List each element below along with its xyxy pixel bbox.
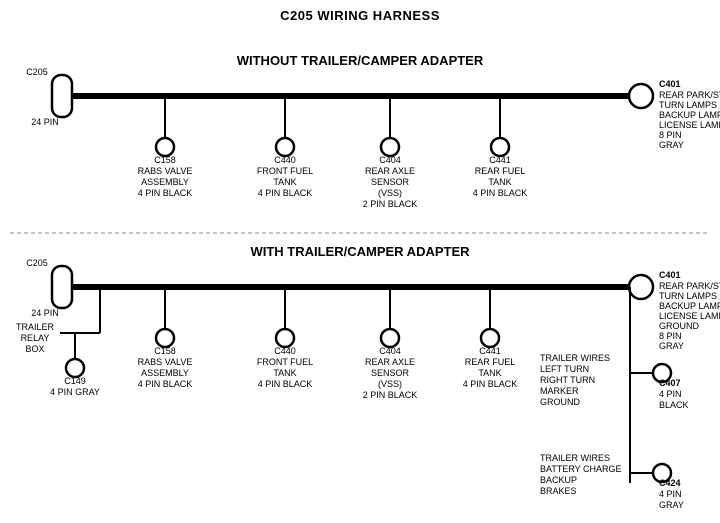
s1-c404-label4: (VSS) [378,188,402,198]
s2-c440-label1: C440 [274,346,296,356]
s2-c424-desc2: BATTERY CHARGE [540,464,622,474]
page-title: C205 WIRING HARNESS [0,0,720,23]
s2-c401-label: C401 [659,270,681,280]
s2-c441-label3: TANK [478,368,501,378]
s2-c158-label4: 4 PIN BLACK [138,379,193,389]
s2-c407-pin: 4 PIN [659,389,682,399]
s2-c441-label4: 4 PIN BLACK [463,379,518,389]
s2-c149-label1: C149 [64,376,86,386]
s2-c205-label: C205 [26,258,48,268]
s1-c401-desc1: REAR PARK/STOP [659,90,720,100]
s2-relay-label1: TRAILER [16,322,55,332]
s1-c404-label5: 2 PIN BLACK [363,199,418,209]
s2-c404-circle [381,329,399,347]
s1-c158-label1: C158 [154,155,176,165]
s1-c441-label2: REAR FUEL [475,166,526,176]
s2-c424-desc4: BRAKES [540,486,577,496]
s2-c401-desc3: BACKUP LAMPS [659,301,720,311]
s1-c404-circle [381,138,399,156]
s1-c441-label4: 4 PIN BLACK [473,188,528,198]
s2-c424-desc1: TRAILER WIRES [540,453,610,463]
s2-relay-label3: BOX [25,344,44,354]
s2-c404-label2: REAR AXLE [365,357,415,367]
s1-c401-desc2: TURN LAMPS [659,100,717,110]
s1-c441-circle [491,138,509,156]
s2-c158-label1: C158 [154,346,176,356]
section2-label: WITH TRAILER/CAMPER ADAPTER [250,244,470,259]
s1-c401-desc4: LICENSE LAMPS [659,120,720,130]
s2-c407-desc5: GROUND [540,397,580,407]
s2-c401-desc1: REAR PARK/STOP [659,281,720,291]
s1-c205-rect [52,75,72,117]
s2-c149-circle [66,359,84,377]
s2-c404-label3: SENSOR [371,368,410,378]
s1-c401-desc3: BACKUP LAMPS [659,110,720,120]
s2-c158-circle [156,329,174,347]
s2-c407-desc1: TRAILER WIRES [540,353,610,363]
s1-c440-label1: C440 [274,155,296,165]
s2-c401-circle [629,275,653,299]
s2-c401-desc2: TURN LAMPS [659,291,717,301]
s2-c441-circle [481,329,499,347]
s1-c158-label3: ASSEMBLY [141,177,189,187]
s2-c440-circle [276,329,294,347]
s2-c158-label2: RABS VALVE [138,357,193,367]
s2-c404-label5: 2 PIN BLACK [363,390,418,400]
s2-relay-label2: RELAY [21,333,50,343]
s1-c440-label4: 4 PIN BLACK [258,188,313,198]
s1-c158-circle [156,138,174,156]
s2-c401-desc5: GROUND [659,321,699,331]
diagram-container: WITHOUT TRAILER/CAMPER ADAPTER C205 24 P… [0,23,720,523]
s1-c205-label: C205 [26,67,48,77]
s1-c440-circle [276,138,294,156]
s1-c401-label: C401 [659,79,681,89]
s2-c407-desc3: RIGHT TURN [540,375,595,385]
s1-c441-label1: C441 [489,155,511,165]
s1-c404-label3: SENSOR [371,177,410,187]
s1-c401-color: GRAY [659,140,684,150]
s2-c407-desc4: MARKER [540,386,579,396]
s2-c205-rect [52,266,72,308]
s1-c404-label2: REAR AXLE [365,166,415,176]
s1-c440-label2: FRONT FUEL [257,166,313,176]
s2-c407-color: BLACK [659,400,689,410]
wiring-diagram-svg: WITHOUT TRAILER/CAMPER ADAPTER C205 24 P… [0,23,720,523]
s1-c401-pin: 8 PIN [659,130,682,140]
s1-c401-circle [629,84,653,108]
s2-c440-label3: TANK [273,368,296,378]
s2-c440-label2: FRONT FUEL [257,357,313,367]
s2-c440-label4: 4 PIN BLACK [258,379,313,389]
s2-c407-label: C407 [659,378,681,388]
s1-c440-label3: TANK [273,177,296,187]
s2-c424-label: C424 [659,478,681,488]
s2-c404-label1: C404 [379,346,401,356]
s1-c441-label3: TANK [488,177,511,187]
s2-c424-pin: 4 PIN [659,489,682,499]
s1-c404-label1: C404 [379,155,401,165]
s1-c205-pin: 24 PIN [31,117,59,127]
s2-c424-desc3: BACKUP [540,475,577,485]
s1-c158-label4: 4 PIN BLACK [138,188,193,198]
s2-c404-label4: (VSS) [378,379,402,389]
s2-c441-label2: REAR FUEL [465,357,516,367]
s1-c158-label2: RABS VALVE [138,166,193,176]
s2-c401-desc4: LICENSE LAMPS [659,311,720,321]
s2-c401-pin: 8 PIN [659,331,682,341]
s2-c424-color: GRAY [659,500,684,510]
s2-c401-color: GRAY [659,341,684,351]
section1-label: WITHOUT TRAILER/CAMPER ADAPTER [237,53,484,68]
s2-c441-label1: C441 [479,346,501,356]
s2-c149-label2: 4 PIN GRAY [50,387,100,397]
s2-c205-pin: 24 PIN [31,308,59,318]
s2-c407-desc2: LEFT TURN [540,364,589,374]
s2-c158-label3: ASSEMBLY [141,368,189,378]
